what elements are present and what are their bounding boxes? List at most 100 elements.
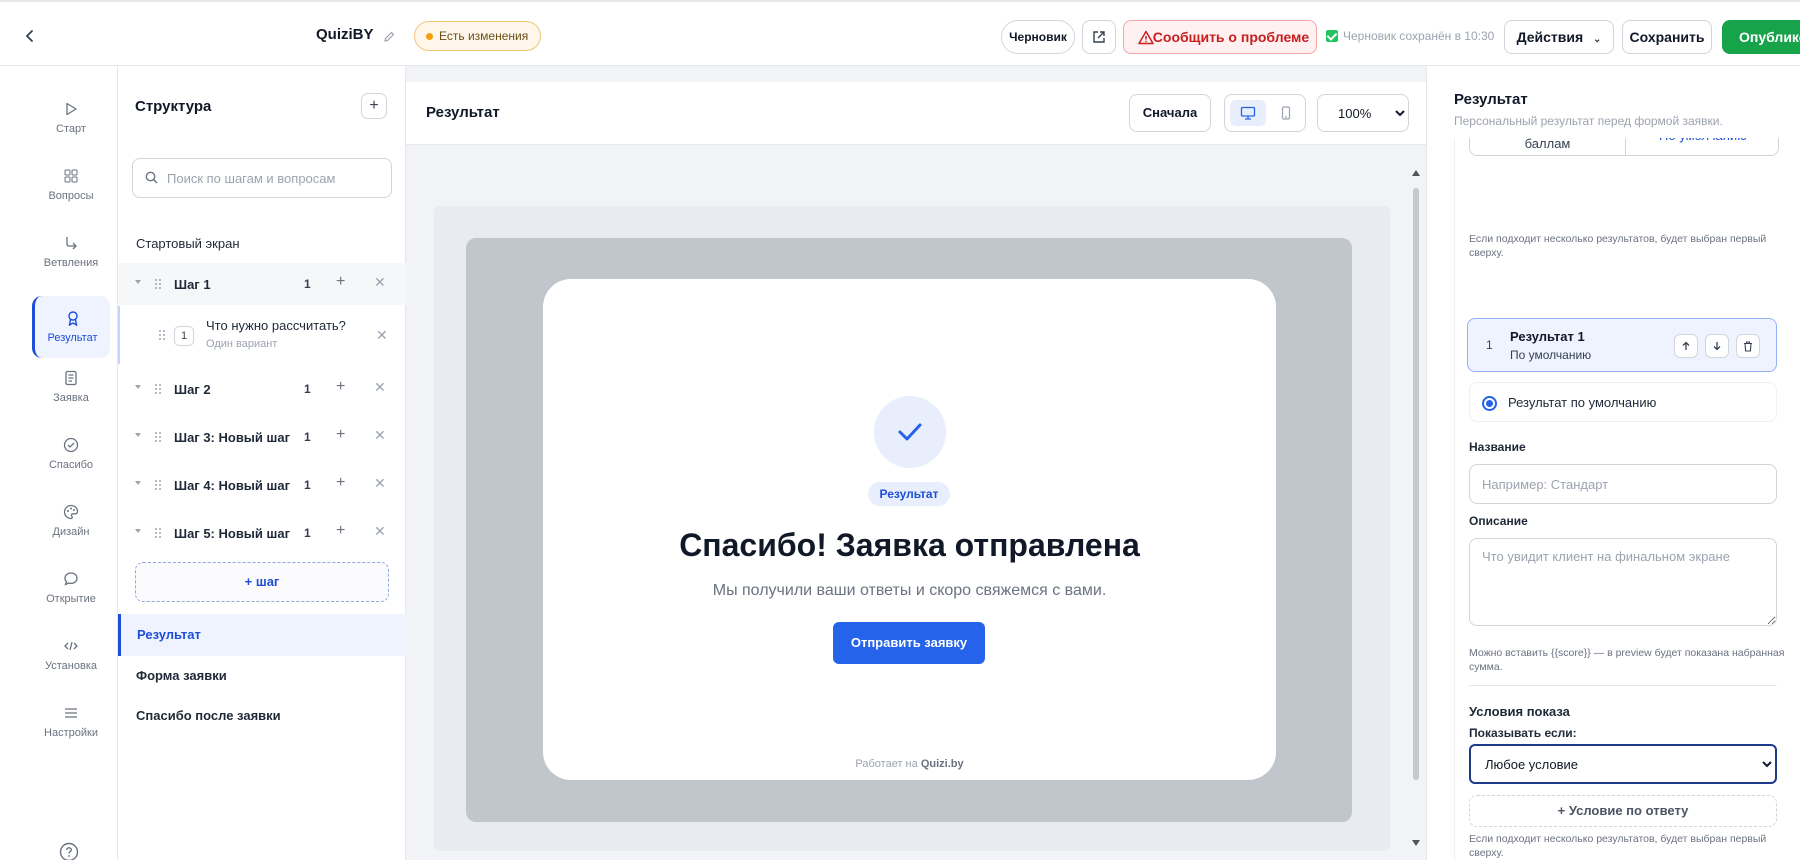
tab-default[interactable]: По умолчанию xyxy=(1625,138,1780,155)
submit-application-button[interactable]: Отправить заявку xyxy=(833,622,985,664)
delete-result-button[interactable] xyxy=(1736,334,1760,358)
nav-item-start[interactable]: Старт xyxy=(32,87,110,149)
report-problem-button[interactable]: Сообщить о проблеме xyxy=(1123,20,1317,54)
add-question-icon[interactable]: + xyxy=(336,426,345,444)
save-button[interactable]: Сохранить xyxy=(1622,20,1712,54)
result-list-item[interactable]: 1 Результат 1 По умолчанию xyxy=(1467,318,1777,372)
checkmark-icon xyxy=(898,423,922,441)
drag-handle-icon[interactable] xyxy=(154,383,162,395)
result-card-preview: Результат Спасибо! Заявка отправлена Мы … xyxy=(543,279,1276,780)
default-result-option[interactable]: Результат по умолчанию xyxy=(1469,382,1777,422)
name-field[interactable] xyxy=(1469,464,1777,504)
chevron-down-icon[interactable] xyxy=(135,481,141,485)
delete-step-icon[interactable]: ✕ xyxy=(374,475,386,492)
powered-by-prefix: Работает на xyxy=(855,758,918,770)
delete-question-icon[interactable]: ✕ xyxy=(376,327,388,344)
delete-step-icon[interactable]: ✕ xyxy=(374,523,386,540)
add-question-icon[interactable]: + xyxy=(336,474,345,492)
delete-step-icon[interactable]: ✕ xyxy=(374,427,386,444)
step-row[interactable]: Шаг 2 1 + ✕ xyxy=(118,368,406,410)
scroll-down-arrow-icon[interactable] xyxy=(1412,840,1420,846)
description-field[interactable] xyxy=(1469,538,1777,626)
step-row[interactable]: Шаг 3: Новый шаг 1 + ✕ xyxy=(118,416,406,458)
add-question-icon[interactable]: + xyxy=(336,378,345,396)
move-down-button[interactable] xyxy=(1705,334,1729,358)
nav-item-opening[interactable]: Открытие xyxy=(32,557,110,619)
step-question-count: 1 xyxy=(304,382,311,396)
drag-handle-icon[interactable] xyxy=(154,431,162,443)
preview-title: Результат xyxy=(426,104,500,121)
structure-item-form[interactable]: Форма заявки xyxy=(136,668,227,683)
open-external-button[interactable] xyxy=(1082,20,1116,54)
scroll-up-arrow-icon[interactable] xyxy=(1412,170,1420,176)
step-label: Шаг 5: Новый шаг xyxy=(174,526,290,541)
search-input[interactable] xyxy=(167,159,387,197)
draft-button[interactable]: Черновик xyxy=(1001,20,1075,54)
chevron-down-icon[interactable] xyxy=(135,433,141,437)
palette-icon xyxy=(63,504,79,520)
delete-step-icon[interactable]: ✕ xyxy=(374,379,386,396)
drag-handle-icon[interactable] xyxy=(154,527,162,539)
add-question-icon[interactable]: + xyxy=(336,273,345,291)
chevron-down-icon[interactable] xyxy=(135,529,141,533)
nav-item-thanks[interactable]: Спасибо xyxy=(32,423,110,485)
nav-item-result[interactable]: Результат xyxy=(32,296,110,358)
nav-item-settings[interactable]: Настройки xyxy=(32,691,110,753)
publish-button[interactable]: Опублико xyxy=(1722,20,1800,54)
step-row[interactable]: Шаг 5: Новый шаг 1 + ✕ xyxy=(118,512,406,554)
desktop-view-button[interactable] xyxy=(1230,100,1266,126)
result-status: По умолчанию xyxy=(1510,348,1592,362)
chevron-down-icon[interactable] xyxy=(135,385,141,389)
add-question-icon[interactable]: + xyxy=(336,522,345,540)
drag-handle-icon[interactable] xyxy=(154,278,162,290)
search-icon xyxy=(145,171,158,184)
help-icon[interactable] xyxy=(58,841,80,860)
actions-button[interactable]: Действия ⌄ xyxy=(1504,20,1614,54)
status-dot-icon xyxy=(426,33,433,40)
chevron-down-icon: ⌄ xyxy=(1593,34,1602,45)
add-condition-button[interactable]: + Условие по ответу xyxy=(1469,795,1777,827)
start-screen-item[interactable]: Стартовый экран xyxy=(136,236,240,251)
chevron-down-icon[interactable] xyxy=(135,280,141,284)
nav-item-design[interactable]: Дизайн xyxy=(32,490,110,552)
pencil-icon[interactable] xyxy=(382,30,396,44)
nav-item-label: Настройки xyxy=(44,727,98,739)
preview-header: Результат Сначала 100% xyxy=(406,82,1426,145)
chat-bubble-icon xyxy=(64,572,78,586)
structure-item-result[interactable]: Результат xyxy=(118,614,406,656)
nav-item-questions[interactable]: Вопросы xyxy=(32,154,110,216)
changes-badge-label: Есть изменения xyxy=(439,29,529,43)
default-result-label: Результат по умолчанию xyxy=(1508,395,1657,410)
mobile-view-button[interactable] xyxy=(1271,100,1301,126)
restart-button[interactable]: Сначала xyxy=(1129,94,1211,132)
zoom-select[interactable]: 100% xyxy=(1317,94,1409,132)
delete-step-icon[interactable]: ✕ xyxy=(374,274,386,291)
radio-selected-icon[interactable] xyxy=(1482,396,1497,411)
condition-select[interactable]: Любое условие xyxy=(1469,744,1777,784)
result-name: Результат 1 xyxy=(1510,329,1585,344)
step-row[interactable]: Шаг 4: Новый шаг 1 + ✕ xyxy=(118,464,406,506)
add-item-button[interactable]: + xyxy=(361,93,387,119)
nav-item-branches[interactable]: Ветвления xyxy=(32,221,110,283)
plus-icon: + xyxy=(369,97,379,114)
description-label: Описание xyxy=(1469,514,1528,528)
bottom-priority-hint: Если подходит несколько результатов, буд… xyxy=(1469,833,1767,859)
powered-by-brand[interactable]: Quizi.by xyxy=(921,758,964,770)
question-row[interactable]: 1 Что нужно рассчитать? Один вариант ✕ xyxy=(118,306,406,364)
structure-item-label: Результат xyxy=(137,627,201,642)
tab-by-scores[interactable]: баллам xyxy=(1470,138,1625,155)
drag-handle-icon[interactable] xyxy=(158,329,166,341)
preview-scrollbar[interactable] xyxy=(1413,188,1419,780)
nav-item-install[interactable]: Установка xyxy=(32,624,110,686)
back-button[interactable] xyxy=(18,24,42,48)
drag-handle-icon[interactable] xyxy=(154,479,162,491)
saved-status-text: Черновик сохранён в 10:30 xyxy=(1343,29,1495,43)
result-title: Спасибо! Заявка отправлена xyxy=(679,527,1140,563)
left-nav: Старт Вопросы Ветвления Результат Заявка… xyxy=(0,66,118,860)
step-row[interactable]: Шаг 1 1 + ✕ xyxy=(118,263,406,305)
structure-title: Структура xyxy=(135,98,212,115)
nav-item-form[interactable]: Заявка xyxy=(32,356,110,418)
move-up-button[interactable] xyxy=(1674,334,1698,358)
structure-item-thanks[interactable]: Спасибо после заявки xyxy=(136,708,281,723)
add-step-button[interactable]: + шаг xyxy=(135,562,389,602)
